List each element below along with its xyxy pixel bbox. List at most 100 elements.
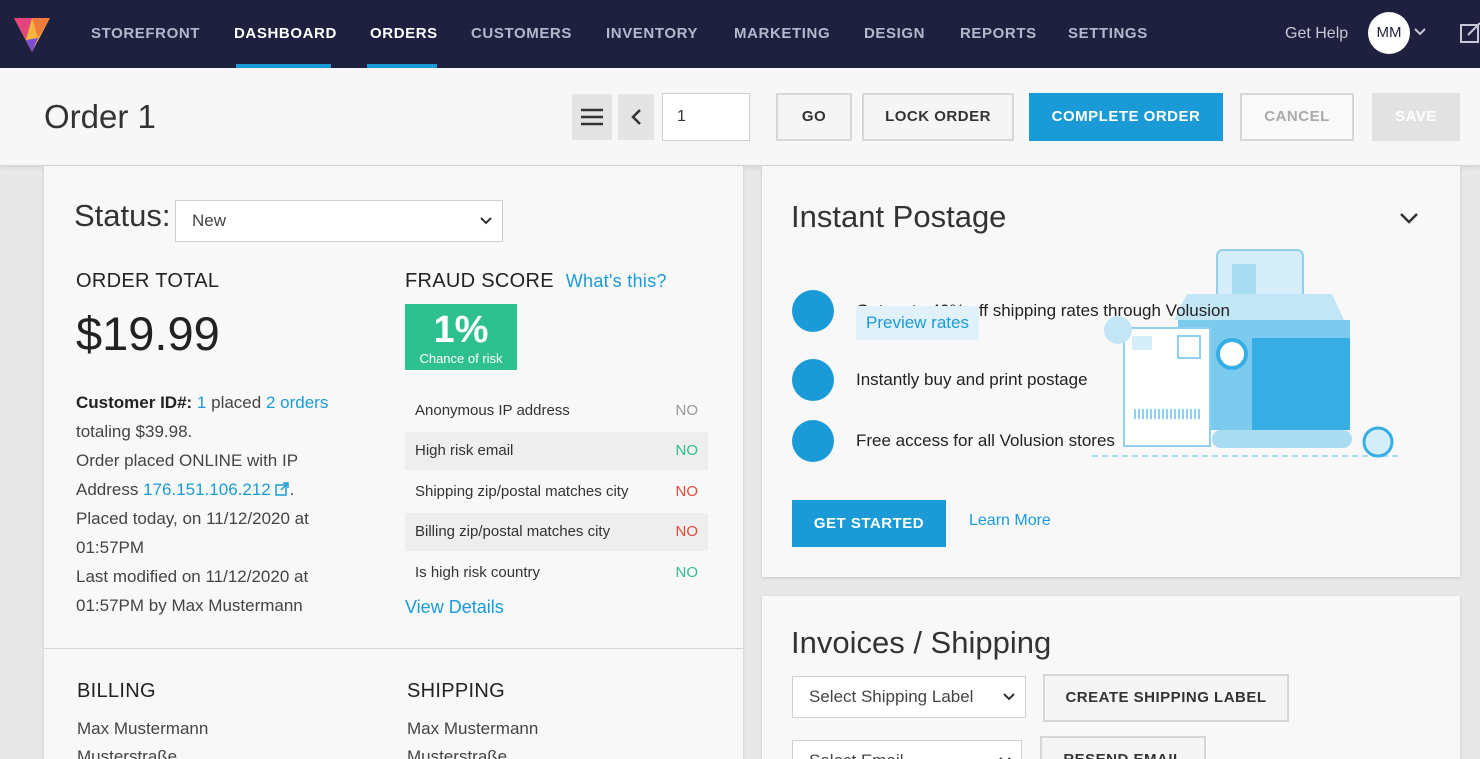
nav-storefront[interactable]: STOREFRONT (91, 25, 200, 42)
customer-orders-link[interactable]: 2 orders (266, 393, 328, 412)
status-select-value: New (192, 211, 227, 230)
status-label: Status: (74, 198, 171, 233)
invoices-shipping-title: Invoices / Shipping (791, 625, 1052, 660)
top-nav: STOREFRONT DASHBOARD ORDERS CUSTOMERS IN… (0, 0, 1480, 68)
address-word: Address (76, 480, 139, 499)
order-header: Order 1 1 GO LOCK ORDER COMPLETE ORDER C… (0, 68, 1480, 166)
avatar[interactable]: MM (1368, 12, 1410, 54)
order-details-card: Status: New ORDER TOTAL $19.99 Customer … (44, 166, 743, 759)
modified-line2: 01:57PM by Max Mustermann (76, 596, 303, 615)
fraud-row-label: High risk email (415, 442, 514, 459)
nav-design[interactable]: DESIGN (864, 25, 925, 42)
print-postage-icon (792, 359, 834, 401)
placed-date-line1: Placed today, on 11/12/2020 at (76, 509, 309, 528)
order-number-input[interactable]: 1 (662, 93, 750, 141)
view-details-link[interactable]: View Details (405, 597, 504, 618)
billing-name: Max Mustermann (77, 719, 209, 738)
nav-reports[interactable]: REPORTS (960, 25, 1037, 42)
status-select[interactable]: New (175, 200, 503, 242)
save-button[interactable]: SAVE (1372, 93, 1460, 141)
billing-heading: BILLING (77, 680, 156, 702)
fraud-percent: 1% (433, 309, 489, 351)
chevron-down-icon[interactable] (1398, 210, 1420, 226)
nav-customers[interactable]: CUSTOMERS (471, 25, 572, 42)
shipping-address: Max Mustermann Musterstraße (407, 715, 538, 759)
postage-feature: Instantly buy and print postage (792, 359, 1292, 403)
preview-rates-link[interactable]: Preview rates (856, 306, 979, 340)
get-started-button[interactable]: GET STARTED (792, 500, 946, 547)
placed-word: placed (211, 393, 262, 412)
fraud-row-value: NO (675, 523, 699, 540)
nav-dashboard[interactable]: DASHBOARD (234, 25, 337, 42)
postage-feature-text: Instantly buy and print postage (856, 370, 1088, 389)
chevron-down-icon[interactable] (1414, 24, 1426, 40)
cancel-button[interactable]: CANCEL (1240, 93, 1354, 141)
order-total-heading: ORDER TOTAL (76, 270, 220, 292)
fraud-row-value: NO (675, 483, 699, 500)
instant-postage-title: Instant Postage (791, 199, 1007, 234)
fraud-score-badge: 1% Chance of risk (405, 304, 517, 370)
billing-address: Max Mustermann Musterstraße (77, 715, 208, 759)
fraud-score-label: FRAUD SCORE (405, 270, 554, 292)
postage-feature-text: Free access for all Volusion stores (856, 431, 1115, 450)
volusion-logo-icon[interactable] (12, 12, 52, 56)
order-info: Customer ID#: 1 placed 2 orders totaling… (76, 388, 376, 620)
shipping-street: Musterstraße (407, 747, 508, 759)
shipping-name: Max Mustermann (407, 719, 539, 738)
customer-id-link[interactable]: 1 (197, 393, 206, 412)
postage-feature: Free access for all Volusion stores (792, 420, 1292, 464)
fraud-row-value: NO (675, 564, 699, 581)
get-help-link[interactable]: Get Help (1285, 25, 1348, 43)
page-title: Order 1 (44, 98, 156, 135)
chevron-down-icon (480, 217, 492, 225)
discount-icon (792, 290, 834, 332)
chevron-left-icon (631, 109, 641, 125)
lock-order-button[interactable]: LOCK ORDER (862, 93, 1014, 141)
shipping-label-select-value: Select Shipping Label (809, 687, 974, 706)
email-select-value: Select Email (809, 751, 903, 759)
fraud-row: Shipping zip/postal matches city NO (405, 473, 708, 511)
fraud-row-label: Anonymous IP address (415, 402, 570, 419)
shipping-label-select[interactable]: Select Shipping Label (792, 676, 1026, 718)
cart-icon (792, 420, 834, 462)
customer-id-label: Customer ID#: (76, 393, 193, 412)
totaling-text: totaling $39.98. (76, 422, 193, 441)
fraud-row: Is high risk country NO (405, 554, 708, 592)
fraud-row-label: Billing zip/postal matches city (415, 523, 611, 540)
menu-button[interactable] (572, 94, 612, 140)
fraud-row-value: NO (675, 442, 699, 459)
fraud-score-heading: FRAUD SCORE What's this? (405, 270, 667, 293)
modified-line1: Last modified on 11/12/2020 at (76, 567, 309, 586)
previous-order-button[interactable] (618, 94, 654, 140)
placed-date-line2: 01:57PM (76, 538, 145, 557)
nav-inventory[interactable]: INVENTORY (606, 25, 698, 42)
external-link-icon[interactable] (275, 482, 290, 496)
placed-online-text: Order placed ONLINE with IP (76, 451, 299, 470)
chevron-down-icon (1003, 693, 1015, 701)
instant-postage-card: Instant Postage Get up to 40% off shippi… (762, 166, 1460, 577)
divider (44, 648, 743, 649)
nav-settings[interactable]: SETTINGS (1068, 25, 1148, 42)
complete-order-button[interactable]: COMPLETE ORDER (1029, 93, 1223, 141)
shipping-heading: SHIPPING (407, 680, 505, 702)
email-select[interactable]: Select Email (792, 740, 1022, 759)
go-button[interactable]: GO (776, 93, 852, 141)
nav-orders[interactable]: ORDERS (370, 25, 438, 42)
nav-marketing[interactable]: MARKETING (734, 25, 830, 42)
learn-more-link[interactable]: Learn More (969, 512, 1051, 530)
fraud-row: Billing zip/postal matches city NO (405, 513, 708, 551)
edit-icon[interactable] (1460, 22, 1480, 44)
fraud-row-label: Shipping zip/postal matches city (415, 483, 629, 500)
fraud-row-value: NO (675, 402, 699, 419)
billing-street: Musterstraße (77, 747, 178, 759)
invoices-shipping-card: Invoices / Shipping Select Shipping Labe… (762, 596, 1460, 759)
fraud-sub: Chance of risk (419, 351, 503, 366)
create-shipping-label-button[interactable]: CREATE SHIPPING LABEL (1043, 674, 1289, 722)
resend-email-button[interactable]: RESEND EMAIL (1040, 736, 1206, 759)
ip-address-link[interactable]: 176.151.106.212 (143, 480, 271, 499)
whats-this-link[interactable]: What's this? (566, 271, 667, 291)
fraud-row: High risk email NO (405, 432, 708, 470)
order-total-value: $19.99 (76, 307, 220, 360)
hamburger-icon (581, 108, 603, 126)
fraud-row: Anonymous IP address NO (405, 392, 708, 430)
